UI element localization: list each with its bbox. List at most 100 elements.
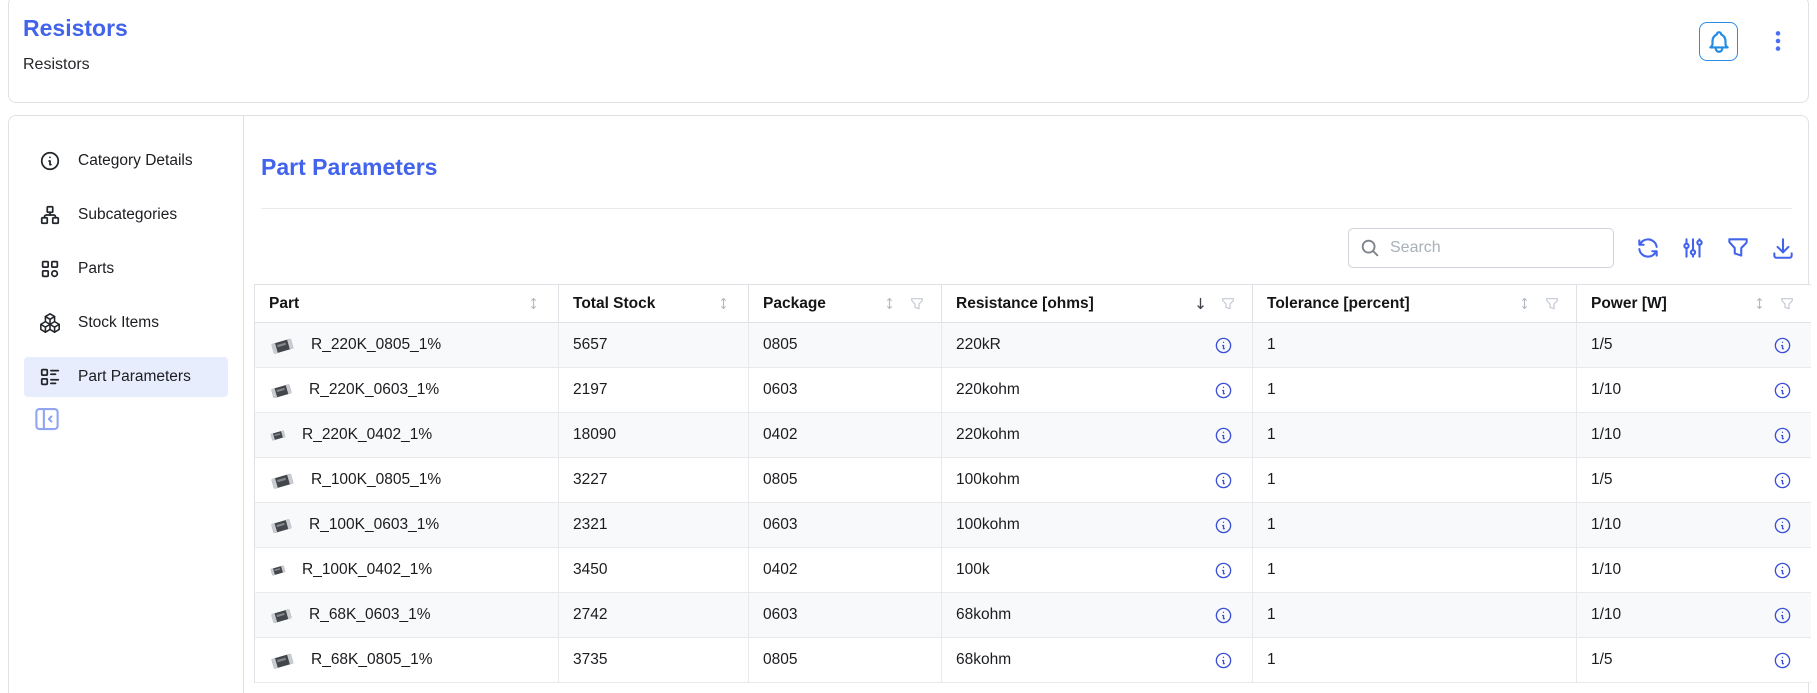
tolerance-value: 1 (1253, 548, 1577, 593)
sidebar-item-parts[interactable]: Parts (24, 249, 228, 289)
column-header-tolerance[interactable]: Tolerance [percent] (1253, 285, 1577, 323)
info-icon[interactable] (1214, 471, 1233, 490)
column-label: Resistance [ohms] (956, 295, 1094, 313)
tolerance-value: 1 (1253, 323, 1577, 368)
info-icon[interactable] (1773, 471, 1792, 490)
table-row[interactable]: R_68K_0603_1% 2742 0603 68kohm 1 1/10 (255, 593, 1811, 638)
table-row[interactable]: R_100K_0603_1% 2321 0603 100kohm 1 1/10 (255, 503, 1811, 548)
column-header-power[interactable]: Power [W] (1577, 285, 1811, 323)
sidebar-collapse-button[interactable] (32, 404, 62, 434)
sidebar-item-stock-items[interactable]: Stock Items (24, 303, 228, 343)
tolerance-value: 1 (1253, 503, 1577, 548)
sidebar-collapse-icon (32, 404, 62, 434)
search-icon (1359, 237, 1381, 259)
resistance-value: 100k (956, 561, 990, 579)
column-label: Part (269, 295, 299, 313)
info-icon[interactable] (1214, 561, 1233, 580)
part-name[interactable]: R_100K_0805_1% (311, 471, 441, 489)
tolerance-value: 1 (1253, 593, 1577, 638)
part-name[interactable]: R_220K_0805_1% (311, 336, 441, 354)
info-icon[interactable] (1214, 426, 1233, 445)
table-toolbar (1348, 228, 1796, 268)
column-header-package[interactable]: Package (749, 285, 942, 323)
power-value: 1/10 (1591, 561, 1621, 579)
table-row[interactable]: R_68K_0805_1% 3735 0805 68kohm 1 1/5 (255, 638, 1811, 683)
refresh-button[interactable] (1635, 235, 1661, 261)
total-stock-value: 3450 (559, 548, 749, 593)
package-value: 0805 (749, 638, 942, 683)
sidebar-item-part-parameters[interactable]: Part Parameters (24, 357, 228, 397)
page-header-panel: Resistors Resistors (8, 0, 1809, 103)
breadcrumb[interactable]: Resistors (23, 56, 90, 74)
resistance-value: 220kohm (956, 426, 1020, 444)
column-label: Total Stock (573, 295, 655, 313)
tolerance-value: 1 (1253, 413, 1577, 458)
info-icon[interactable] (1773, 516, 1792, 535)
part-thumbnail-icon (269, 561, 287, 579)
total-stock-value: 2197 (559, 368, 749, 413)
table-row[interactable]: R_100K_0402_1% 3450 0402 100k 1 1/10 (255, 548, 1811, 593)
part-name[interactable]: R_68K_0805_1% (311, 651, 433, 669)
table-filter-button[interactable] (1725, 235, 1751, 261)
bell-icon (1706, 29, 1732, 55)
info-icon[interactable] (1214, 651, 1233, 670)
notifications-button[interactable] (1699, 22, 1738, 61)
sort-icon (715, 295, 732, 312)
info-icon[interactable] (1773, 381, 1792, 400)
resistance-value: 68kohm (956, 606, 1011, 624)
sitemap-icon (39, 204, 61, 226)
column-header-part[interactable]: Part (255, 285, 559, 323)
overflow-menu-button[interactable] (1762, 25, 1794, 57)
table-row[interactable]: R_220K_0402_1% 18090 0402 220kohm 1 1/10 (255, 413, 1811, 458)
app-window: Resistors Resistors (0, 0, 1817, 693)
info-icon[interactable] (1214, 606, 1233, 625)
info-icon[interactable] (1773, 426, 1792, 445)
package-value: 0805 (749, 323, 942, 368)
search-box[interactable] (1348, 228, 1614, 268)
detail-sidebar: Category Details Subcategories (9, 116, 244, 693)
info-icon[interactable] (1773, 336, 1792, 355)
resistance-value: 100kohm (956, 471, 1020, 489)
package-value: 0402 (749, 413, 942, 458)
part-name[interactable]: R_220K_0603_1% (309, 381, 439, 399)
table-row[interactable]: R_220K_0603_1% 2197 0603 220kohm 1 1/10 (255, 368, 1811, 413)
info-icon[interactable] (1773, 561, 1792, 580)
column-settings-button[interactable] (1680, 235, 1706, 261)
column-filter-icon[interactable] (1544, 296, 1560, 312)
column-header-resistance[interactable]: Resistance [ohms] (942, 285, 1253, 323)
power-value: 1/10 (1591, 606, 1621, 624)
part-thumbnail-icon (269, 513, 294, 538)
sort-icon (1751, 295, 1768, 312)
column-filter-icon[interactable] (1220, 296, 1236, 312)
info-icon[interactable] (1773, 651, 1792, 670)
column-header-total-stock[interactable]: Total Stock (559, 285, 749, 323)
packages-icon (39, 312, 61, 334)
info-icon[interactable] (1773, 606, 1792, 625)
part-thumbnail-icon (269, 426, 287, 444)
column-filter-icon[interactable] (909, 296, 925, 312)
info-icon[interactable] (1214, 381, 1233, 400)
part-parameters-section: Part Parameters (245, 116, 1808, 693)
part-name[interactable]: R_100K_0603_1% (309, 516, 439, 534)
info-icon[interactable] (1214, 336, 1233, 355)
download-button[interactable] (1770, 235, 1796, 261)
table-row[interactable]: R_220K_0805_1% 5657 0805 220kR 1 1/5 (255, 323, 1811, 368)
sort-icon (1516, 295, 1533, 312)
part-thumbnail-icon (269, 378, 294, 403)
adjustments-icon (1680, 235, 1706, 261)
power-value: 1/5 (1591, 471, 1613, 489)
list-details-icon (39, 366, 61, 388)
package-value: 0402 (749, 548, 942, 593)
sidebar-item-category-details[interactable]: Category Details (24, 141, 228, 181)
sidebar-item-subcategories[interactable]: Subcategories (24, 195, 228, 235)
search-input[interactable] (1390, 239, 1603, 257)
part-thumbnail-icon (269, 647, 296, 674)
table-row[interactable]: R_100K_0805_1% 3227 0805 100kohm 1 1/5 (255, 458, 1811, 503)
part-name[interactable]: R_100K_0402_1% (302, 561, 432, 579)
power-value: 1/10 (1591, 516, 1621, 534)
part-name[interactable]: R_220K_0402_1% (302, 426, 432, 444)
column-label: Power [W] (1591, 295, 1667, 313)
column-filter-icon[interactable] (1779, 296, 1795, 312)
info-icon[interactable] (1214, 516, 1233, 535)
part-name[interactable]: R_68K_0603_1% (309, 606, 431, 624)
